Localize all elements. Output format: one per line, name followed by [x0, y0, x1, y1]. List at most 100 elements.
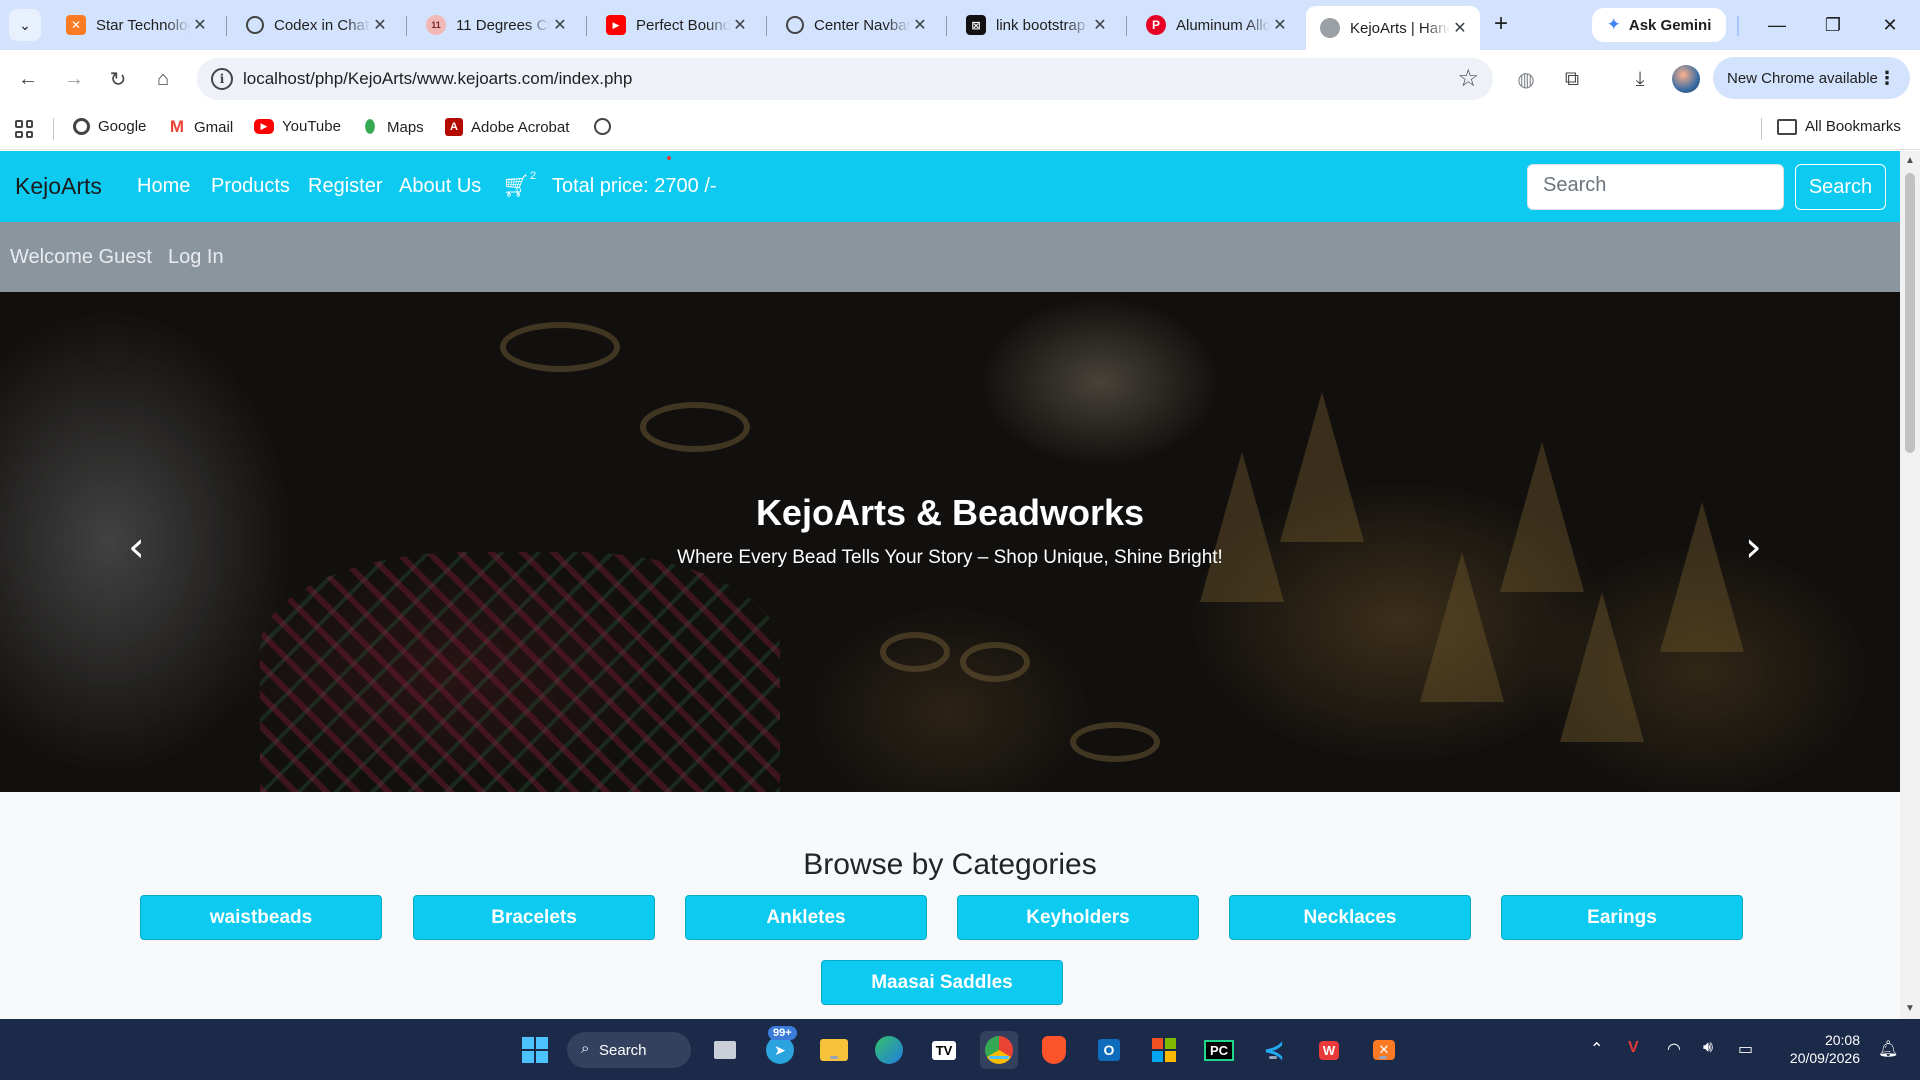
- tab-link-bootstrap[interactable]: ⊠ link bootstrap ✕: [952, 7, 1120, 43]
- tab-codex[interactable]: Codex in ChatGPT ✕: [232, 7, 400, 43]
- vscode-icon: ≺: [1263, 1034, 1285, 1065]
- pycharm-icon: PC: [1203, 1039, 1235, 1061]
- back-button[interactable]: ←: [12, 63, 44, 95]
- edge-button[interactable]: [870, 1031, 908, 1069]
- nav-register-link[interactable]: Register: [308, 175, 382, 198]
- file-explorer-button[interactable]: [815, 1031, 853, 1069]
- tab-center-navbar[interactable]: Center Navbar ✕: [772, 7, 940, 43]
- chrome-button[interactable]: [980, 1031, 1018, 1069]
- vscode-button[interactable]: ≺: [1255, 1031, 1293, 1069]
- site-info-icon[interactable]: i: [211, 68, 233, 90]
- tab-11-degrees[interactable]: 11 11 Degrees Clothing ✕: [412, 7, 580, 43]
- globe-icon: [594, 118, 611, 135]
- close-icon[interactable]: ✕: [1270, 15, 1290, 35]
- profile-avatar[interactable]: [1672, 65, 1700, 93]
- browser-toolbar: ← → ↻ ⌂ i localhost/php/KejoArts/www.kej…: [0, 50, 1920, 108]
- antivirus-icon[interactable]: V: [1628, 1039, 1639, 1057]
- apps-grid-icon[interactable]: [15, 120, 33, 138]
- category-maasai-saddles-button[interactable]: Maasai Saddles: [821, 960, 1063, 1005]
- translate-button[interactable]: ◍: [1510, 63, 1542, 95]
- brave-button[interactable]: [1035, 1031, 1073, 1069]
- taskbar-clock[interactable]: 20:08 20/09/2026: [1780, 1031, 1860, 1067]
- gmail-icon: M: [169, 117, 185, 136]
- pycharm-button[interactable]: PC: [1200, 1031, 1238, 1069]
- start-button[interactable]: [516, 1031, 554, 1069]
- scrollbar-thumb[interactable]: [1905, 173, 1915, 453]
- bookmark-globe[interactable]: [594, 118, 611, 135]
- restore-button[interactable]: ❐: [1813, 10, 1853, 40]
- category-ankletes-button[interactable]: Ankletes: [685, 895, 927, 940]
- carousel-next-button[interactable]: ›: [1745, 522, 1762, 571]
- carousel-prev-button[interactable]: ‹: [128, 522, 145, 571]
- downloads-button[interactable]: ⤓: [1624, 63, 1656, 95]
- wps-icon: W: [1318, 1040, 1340, 1060]
- bookmark-maps[interactable]: ⬮ Maps: [361, 117, 424, 136]
- category-bracelets-button[interactable]: Bracelets: [413, 895, 655, 940]
- forward-button[interactable]: →: [58, 63, 90, 95]
- category-waistbeads-button[interactable]: waistbeads: [140, 895, 382, 940]
- category-earings-button[interactable]: Earings: [1501, 895, 1743, 940]
- site-navbar: KejoArts Home Products Register About Us…: [0, 151, 1900, 222]
- page-scrollbar[interactable]: ▲ ▼: [1900, 151, 1920, 1019]
- tab-search-button[interactable]: ⌄: [9, 9, 41, 41]
- bookmark-youtube[interactable]: ▶ YouTube: [254, 118, 341, 135]
- notification-bell-icon[interactable]: 🔔︎: [1878, 1039, 1898, 1059]
- tradingview-button[interactable]: TV: [925, 1031, 963, 1069]
- tab-kejoarts[interactable]: KejoArts | Handmade ✕: [1306, 6, 1480, 50]
- tab-separator: [946, 16, 947, 36]
- wps-office-button[interactable]: W: [1310, 1031, 1348, 1069]
- ask-gemini-button[interactable]: ✦ Ask Gemini: [1592, 8, 1726, 42]
- close-window-button[interactable]: ✕: [1870, 10, 1910, 40]
- scroll-up-icon[interactable]: ▲: [1905, 155, 1915, 166]
- category-keyholders-button[interactable]: Keyholders: [957, 895, 1199, 940]
- tab-star-technology[interactable]: ✕ Star Technology ✕: [52, 7, 220, 43]
- reload-button[interactable]: ↻: [102, 63, 134, 95]
- url-text[interactable]: localhost/php/KejoArts/www.kejoarts.com/…: [243, 69, 632, 89]
- plus-icon: +: [1493, 10, 1508, 37]
- close-icon[interactable]: ✕: [190, 15, 210, 35]
- site-search-button[interactable]: Search: [1795, 164, 1886, 210]
- wifi-icon[interactable]: ◠: [1667, 1039, 1681, 1059]
- outlook-button[interactable]: O: [1090, 1031, 1128, 1069]
- close-icon[interactable]: ✕: [730, 15, 750, 35]
- new-chrome-available-button[interactable]: New Chrome available ⋮: [1713, 57, 1910, 99]
- home-button[interactable]: ⌂: [147, 63, 179, 95]
- chevron-up-icon[interactable]: ⌃: [1590, 1039, 1603, 1059]
- cart-link[interactable]: 🛒︎2: [502, 170, 536, 199]
- more-menu-icon[interactable]: ⋮: [1878, 68, 1896, 89]
- login-link[interactable]: Log In: [168, 246, 224, 269]
- taskbar-search[interactable]: ⌕ Search: [567, 1032, 691, 1068]
- site-search-input[interactable]: Search: [1527, 164, 1784, 210]
- bookmark-google[interactable]: Google: [73, 118, 146, 135]
- close-icon[interactable]: ✕: [1450, 18, 1470, 38]
- category-necklaces-button[interactable]: Necklaces: [1229, 895, 1471, 940]
- bookmark-star-icon[interactable]: ☆: [1457, 64, 1479, 93]
- bookmark-gmail[interactable]: M Gmail: [168, 117, 233, 136]
- search-icon: ⌕: [581, 1040, 590, 1057]
- extensions-button[interactable]: ⧉: [1556, 63, 1588, 95]
- battery-icon[interactable]: ▭: [1738, 1039, 1753, 1059]
- chevron-down-icon: ⌄: [19, 16, 31, 33]
- all-bookmarks-button[interactable]: All Bookmarks: [1777, 118, 1901, 135]
- minimize-button[interactable]: —: [1757, 10, 1797, 40]
- close-icon[interactable]: ✕: [910, 15, 930, 35]
- nav-about-link[interactable]: About Us: [399, 175, 481, 198]
- close-icon[interactable]: ✕: [550, 15, 570, 35]
- microsoft-store-button[interactable]: [1145, 1031, 1183, 1069]
- address-bar[interactable]: i localhost/php/KejoArts/www.kejoarts.co…: [197, 58, 1493, 100]
- volume-icon[interactable]: 🔊︎: [1703, 1039, 1713, 1057]
- nav-products-link[interactable]: Products: [211, 175, 290, 198]
- tab-aluminum-alloy[interactable]: P Aluminum Alloy ✕: [1132, 7, 1300, 43]
- bookmark-adobe-acrobat[interactable]: A Adobe Acrobat: [445, 118, 569, 136]
- close-icon[interactable]: ✕: [370, 15, 390, 35]
- close-icon[interactable]: ✕: [1090, 15, 1110, 35]
- globe-icon: [1320, 18, 1340, 38]
- nav-home-link[interactable]: Home: [137, 175, 190, 198]
- tab-perfect-bound[interactable]: ▶ Perfect Bound ✕: [592, 7, 760, 43]
- xampp-button[interactable]: ✕: [1365, 1031, 1403, 1069]
- scroll-down-icon[interactable]: ▼: [1905, 1003, 1915, 1014]
- task-view-button[interactable]: [706, 1031, 744, 1069]
- site-brand[interactable]: KejoArts: [15, 173, 102, 200]
- restore-icon: ❐: [1824, 15, 1842, 35]
- new-tab-button[interactable]: +: [1487, 11, 1515, 39]
